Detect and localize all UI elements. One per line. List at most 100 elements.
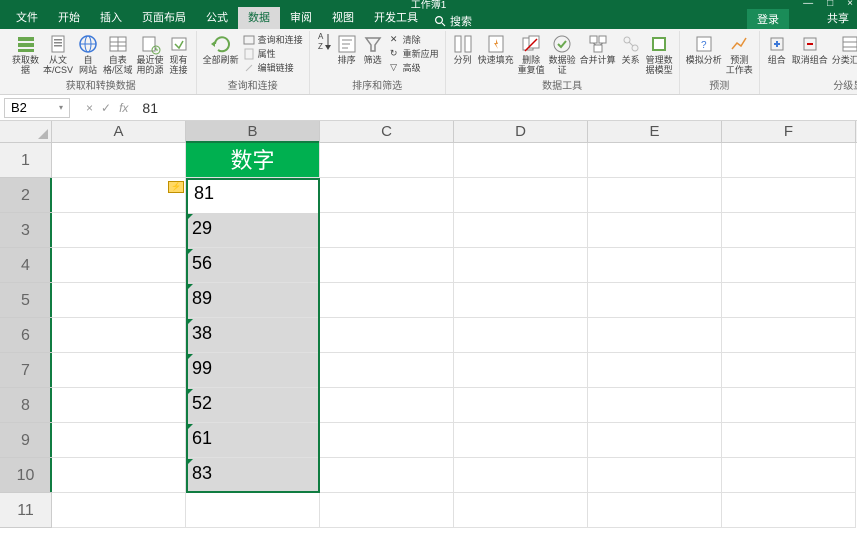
cell-E9[interactable] [588, 423, 722, 458]
recent-sources-button[interactable]: 最近使用的源 [137, 33, 164, 76]
cell-C5[interactable] [320, 283, 454, 318]
cell-A1[interactable] [52, 143, 186, 178]
cell-D2[interactable] [454, 178, 588, 213]
cell-F5[interactable] [722, 283, 856, 318]
cell-C9[interactable] [320, 423, 454, 458]
cell-E3[interactable] [588, 213, 722, 248]
row-head-2[interactable]: 2 [0, 178, 52, 213]
sort-button[interactable]: 排序 [336, 33, 358, 66]
share-button[interactable]: 共享 [819, 7, 857, 29]
min-icon[interactable]: — [803, 0, 813, 9]
formula-input[interactable]: 81 [134, 100, 857, 116]
cell-F1[interactable] [722, 143, 856, 178]
col-head-B[interactable]: B [186, 121, 320, 142]
cell-A9[interactable] [52, 423, 186, 458]
from-csv-button[interactable]: 从文本/CSV [43, 33, 73, 76]
cell-D11[interactable] [454, 493, 588, 528]
row-head-10[interactable]: 10 [0, 458, 52, 493]
cell-C1[interactable] [320, 143, 454, 178]
cell-F4[interactable] [722, 248, 856, 283]
cell-D8[interactable] [454, 388, 588, 423]
row-head-9[interactable]: 9 [0, 423, 52, 458]
properties-button[interactable]: 属性 [243, 47, 276, 60]
cell-E1[interactable] [588, 143, 722, 178]
cell-B7[interactable]: 99 [186, 353, 320, 388]
tab-review[interactable]: 审阅 [280, 6, 322, 29]
cell-F3[interactable] [722, 213, 856, 248]
whatif-button[interactable]: ?模拟分析 [686, 33, 722, 66]
cell-F8[interactable] [722, 388, 856, 423]
cell-D5[interactable] [454, 283, 588, 318]
edit-links-button[interactable]: 编辑链接 [243, 61, 294, 74]
cell-E11[interactable] [588, 493, 722, 528]
enter-icon[interactable]: ✓ [101, 101, 111, 115]
search-icon[interactable] [434, 15, 446, 27]
fx-icon[interactable]: fx [119, 101, 128, 115]
get-data-button[interactable]: 获取数据 [12, 33, 39, 76]
cell-D4[interactable] [454, 248, 588, 283]
max-icon[interactable]: □ [827, 0, 833, 9]
cell-A4[interactable] [52, 248, 186, 283]
tab-file[interactable]: 文件 [6, 6, 48, 29]
cell-B10[interactable]: 83 [186, 458, 320, 493]
cell-C6[interactable] [320, 318, 454, 353]
cell-E10[interactable] [588, 458, 722, 493]
select-all-button[interactable] [0, 121, 52, 142]
cell-B4[interactable]: 56 [186, 248, 320, 283]
flash-fill-button[interactable]: 快速填充 [478, 33, 514, 66]
cell-C7[interactable] [320, 353, 454, 388]
text-to-columns-button[interactable]: 分列 [452, 33, 474, 66]
cell-C8[interactable] [320, 388, 454, 423]
cell-C11[interactable] [320, 493, 454, 528]
col-head-F[interactable]: F [722, 121, 856, 142]
cell-A5[interactable] [52, 283, 186, 318]
cell-D10[interactable] [454, 458, 588, 493]
cell-A7[interactable] [52, 353, 186, 388]
row-head-7[interactable]: 7 [0, 353, 52, 388]
cell-A10[interactable] [52, 458, 186, 493]
cell-D1[interactable] [454, 143, 588, 178]
close-icon[interactable]: × [847, 0, 853, 9]
cell-E7[interactable] [588, 353, 722, 388]
cell-A6[interactable] [52, 318, 186, 353]
tab-insert[interactable]: 插入 [90, 6, 132, 29]
search-label[interactable]: 搜索 [450, 13, 472, 29]
consolidate-button[interactable]: 合并计算 [580, 33, 616, 66]
tab-layout[interactable]: 页面布局 [132, 6, 196, 29]
cell-A3[interactable] [52, 213, 186, 248]
cell-C2[interactable] [320, 178, 454, 213]
chevron-down-icon[interactable]: ▾ [59, 103, 63, 112]
tab-view[interactable]: 视图 [322, 6, 364, 29]
cell-C4[interactable] [320, 248, 454, 283]
queries-connections-button[interactable]: 查询和连接 [243, 33, 303, 46]
quick-analysis-icon[interactable]: ⚡ [168, 181, 184, 193]
row-head-8[interactable]: 8 [0, 388, 52, 423]
cell-F11[interactable] [722, 493, 856, 528]
col-head-A[interactable]: A [52, 121, 186, 142]
cell-D3[interactable] [454, 213, 588, 248]
tab-formula[interactable]: 公式 [196, 6, 238, 29]
cell-F2[interactable] [722, 178, 856, 213]
ungroup-button[interactable]: 取消组合 [792, 33, 828, 66]
row-head-3[interactable]: 3 [0, 213, 52, 248]
cancel-icon[interactable]: × [86, 101, 93, 115]
cell-A8[interactable] [52, 388, 186, 423]
advanced-filter-button[interactable]: ▽高级 [388, 61, 421, 74]
cell-E8[interactable] [588, 388, 722, 423]
cell-A2[interactable] [52, 178, 186, 213]
cell-F10[interactable] [722, 458, 856, 493]
group-button[interactable]: 组合 [766, 33, 788, 66]
row-head-4[interactable]: 4 [0, 248, 52, 283]
cell-D9[interactable] [454, 423, 588, 458]
tab-data[interactable]: 数据 [238, 6, 280, 29]
cell-E4[interactable] [588, 248, 722, 283]
existing-conn-button[interactable]: 现有连接 [168, 33, 190, 76]
tab-home[interactable]: 开始 [48, 6, 90, 29]
login-button[interactable]: 登录 [747, 9, 789, 29]
data-validation-button[interactable]: 数据验证 [549, 33, 576, 76]
cell-D6[interactable] [454, 318, 588, 353]
cell-C3[interactable] [320, 213, 454, 248]
relationships-button[interactable]: 关系 [620, 33, 642, 66]
remove-dup-button[interactable]: 删除重复值 [518, 33, 545, 76]
cell-F6[interactable] [722, 318, 856, 353]
